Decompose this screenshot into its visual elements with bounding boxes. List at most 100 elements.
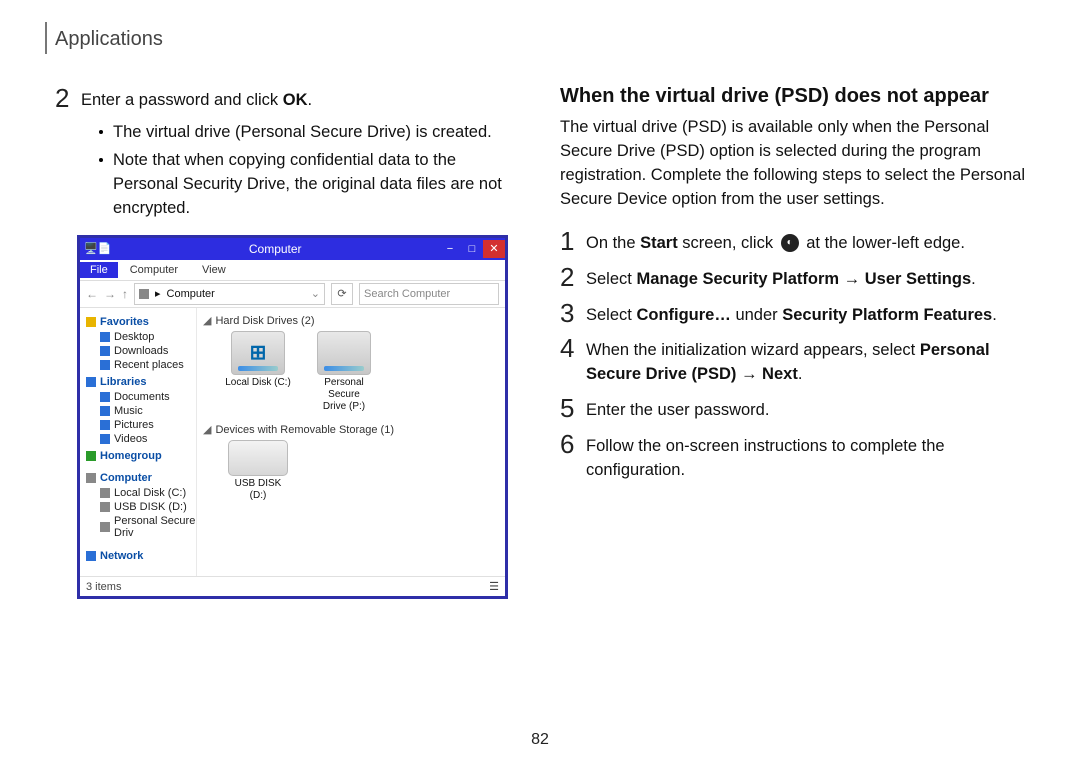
label: Recent places [114,359,184,371]
file-tab[interactable]: File [80,262,118,278]
hard-disk-icon [317,331,371,375]
search-input[interactable]: Search Computer [359,283,499,305]
sidebar-item[interactable]: Personal Secure Driv [100,514,196,540]
t: under [731,306,782,324]
sidebar-item[interactable]: Downloads [100,344,196,358]
chevron-right-icon: ▸ [155,287,161,300]
bullet-dot-icon [99,130,103,134]
explorer-screenshot: 🖥️📄 Computer − □ ✕ File Computer View ← … [77,235,508,599]
step-number: 1 [560,228,586,254]
t: On the [586,234,640,252]
t: screen, click [678,234,778,252]
sidebar-item[interactable]: Documents [100,390,196,404]
bullet-text: Note that when copying confidential data… [113,149,520,221]
t: Select [586,270,636,288]
content-pane: ◢Hard Disk Drives (2) ⊞ Local Disk (C:) … [197,308,505,576]
homegroup-group[interactable]: Homegroup [86,450,196,462]
libraries-group[interactable]: Libraries [86,376,196,388]
hard-disk-icon: ⊞ [231,331,285,375]
drive-label: Personal SecureDrive (P:) [311,377,377,413]
collapse-icon: ◢ [203,424,211,436]
drive-psd[interactable]: Personal SecureDrive (P:) [311,331,377,413]
section-heading: When the virtual drive (PSD) does not ap… [560,85,1025,108]
forward-button[interactable]: → [104,287,116,301]
libraries-icon [86,377,96,387]
group-label: Network [100,550,143,562]
step-text: Enter the user password. [586,395,769,423]
ok-text: OK [283,91,308,109]
label: Desktop [114,331,154,343]
group-label: Computer [100,472,152,484]
step-4: 4 When the initialization wizard appears… [560,335,1025,387]
label: Pictures [114,419,154,431]
t: at the lower-left edge. [802,234,965,252]
network-group[interactable]: Network [86,550,196,562]
label: Personal Secure Driv [114,515,196,539]
recent-icon [100,360,110,370]
drive-usb[interactable]: USB DISK (D:) [225,440,291,502]
drive-label: USB DISK (D:) [225,478,291,502]
group-label: Libraries [100,376,146,388]
window-icon: 🖥️📄 [84,242,111,255]
titlebar: 🖥️📄 Computer − □ ✕ [80,238,505,260]
maximize-button[interactable]: □ [461,240,483,258]
step-1: 1 On the Start screen, click ◐ at the lo… [560,228,1025,256]
music-icon [100,406,110,416]
computer-icon [139,289,149,299]
step-text: Select Manage Security Platform → User S… [586,264,976,292]
drive-icon [100,488,110,498]
close-button[interactable]: ✕ [483,240,505,258]
section-header[interactable]: ◢Hard Disk Drives (2) [203,314,505,327]
bullet-text: The virtual drive (Personal Secure Drive… [113,121,492,145]
section-paragraph: The virtual drive (PSD) is available onl… [560,116,1025,212]
refresh-button[interactable]: ⟳ [331,283,353,305]
page-section-title: Applications [55,28,163,51]
collapse-icon: ◢ [203,315,211,327]
section-label: Devices with Removable Storage (1) [215,424,394,436]
address-bar[interactable]: ▸ Computer ⌄ [134,283,325,305]
computer-tab[interactable]: Computer [118,262,190,278]
t: Manage Security Platform → User Settings [636,270,971,288]
step-number: 2 [55,85,81,111]
step-text: When the initialization wizard appears, … [586,335,1025,387]
step-number: 2 [560,264,586,290]
homegroup-icon [86,451,96,461]
step-number: 6 [560,431,586,457]
t: When the initialization wizard appears, … [586,341,920,359]
section-header[interactable]: ◢ Devices with Removable Storage (1) [203,423,505,436]
step-text: On the Start screen, click ◐ at the lowe… [586,228,965,256]
star-icon [86,317,96,327]
up-button[interactable]: ↑ [122,287,128,301]
sidebar-item[interactable]: Desktop [100,330,196,344]
t: Enter a password and click [81,91,283,109]
left-column: 2 Enter a password and click OK. The vir… [55,85,520,599]
t: Select [586,306,636,324]
downloads-icon [100,346,110,356]
dropdown-icon[interactable]: ⌄ [311,287,320,300]
address-bar-row: ← → ↑ ▸ Computer ⌄ ⟳ Search Computer [80,281,505,308]
sidebar-item[interactable]: Local Disk (C:) [100,486,196,500]
drive-local-disk[interactable]: ⊞ Local Disk (C:) [225,331,291,413]
favorites-group[interactable]: Favorites [86,316,196,328]
t: . [971,270,976,288]
t: . [308,91,313,109]
sidebar-item[interactable]: USB DISK (D:) [100,500,196,514]
sidebar-item[interactable]: Recent places [100,358,196,372]
sidebar-item[interactable]: Videos [100,432,196,446]
step-text: Enter a password and click OK. [81,85,312,113]
sidebar-item[interactable]: Pictures [100,418,196,432]
step-number: 3 [560,300,586,326]
videos-icon [100,434,110,444]
back-button[interactable]: ← [86,287,98,301]
label: Local Disk (C:) [114,487,186,499]
label: Documents [114,391,170,403]
computer-group[interactable]: Computer [86,472,196,484]
step-text: Follow the on-screen instructions to com… [586,431,1025,483]
addr-path-label: Computer [167,288,215,300]
sidebar-item[interactable]: Music [100,404,196,418]
group-label: Favorites [100,316,149,328]
minimize-button[interactable]: − [439,240,461,258]
view-details-icon[interactable]: ☰ [489,580,499,593]
label: Downloads [114,345,168,357]
view-tab[interactable]: View [190,262,238,278]
